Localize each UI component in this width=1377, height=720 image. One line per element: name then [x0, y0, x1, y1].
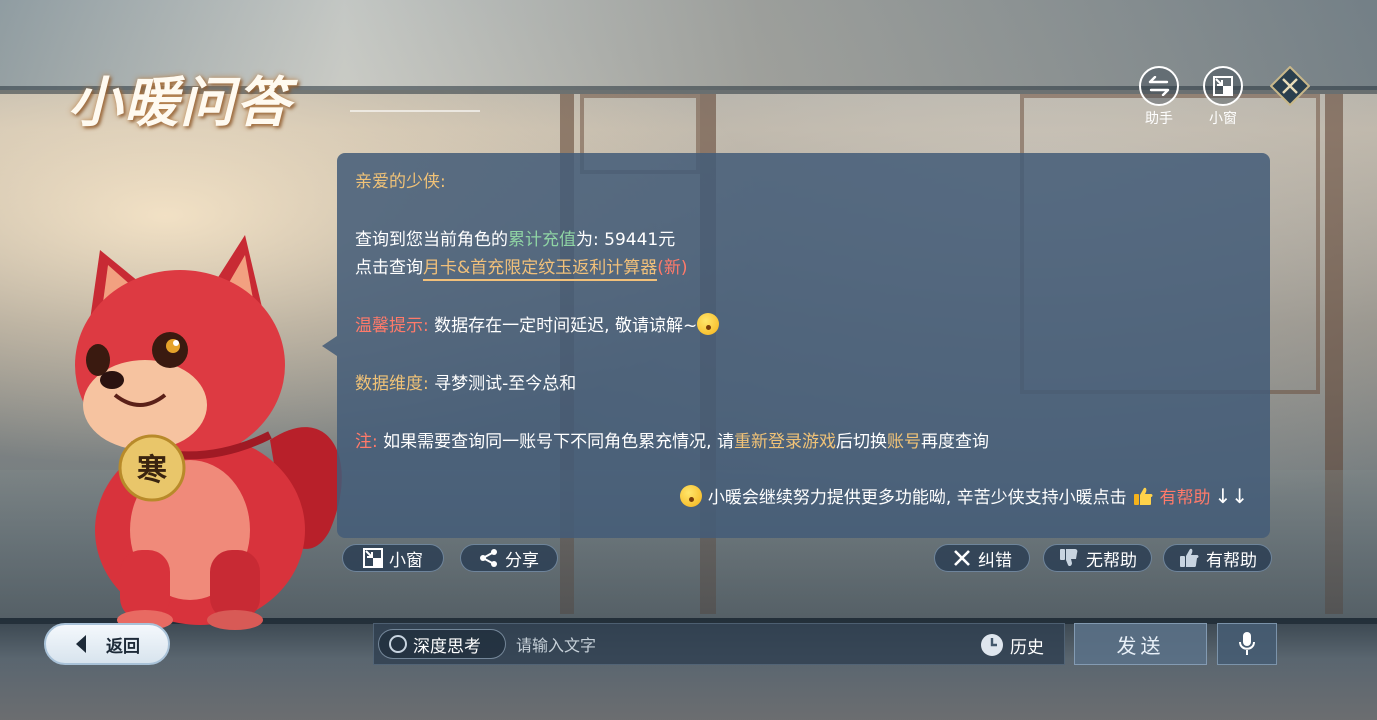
- chat-input-bar: 深度思考 历史: [373, 623, 1065, 665]
- chat-input[interactable]: [516, 630, 956, 660]
- footer-line: 小暖会继续努力提供更多功能呦, 辛苦少侠支持小暖点击 有帮助 ↓↓: [680, 483, 1248, 508]
- mini-window-label: 小窗: [1209, 111, 1237, 127]
- recharge-prefix: 查询到您当前角色的: [355, 230, 508, 250]
- helpful-label: 有帮助: [1206, 550, 1257, 571]
- greeting-text: 亲爱的少侠:: [355, 172, 446, 192]
- account-highlight: 账号: [886, 432, 921, 452]
- down-arrows: ↓↓: [1214, 484, 1248, 508]
- answer-dialog: 亲爱的少侠: 查询到您当前角色的累计充值为: 59441元 点击查询月卡&首充限…: [337, 153, 1270, 538]
- share-button[interactable]: 分享: [460, 544, 558, 572]
- recharge-highlight: 累计充值: [508, 230, 576, 250]
- thumbs-up-emoji-icon: [1134, 487, 1153, 505]
- note-text: 再度查询: [920, 432, 989, 452]
- assistant-button[interactable]: 助手: [1137, 66, 1181, 128]
- deep-think-label: 深度思考: [413, 636, 481, 657]
- recharge-line: 查询到您当前角色的累计充值为: 59441元: [355, 225, 675, 250]
- title-decoration: [350, 110, 480, 112]
- share-button-label: 分享: [505, 550, 539, 571]
- mini-window-button[interactable]: 小窗: [342, 544, 444, 572]
- mascot-tag-text: 寒: [137, 453, 167, 488]
- not-helpful-button[interactable]: 无帮助: [1043, 544, 1152, 572]
- close-icon: [1269, 65, 1311, 107]
- thumbs-up-icon: [1180, 548, 1199, 567]
- minimize-window-icon: [1203, 66, 1243, 106]
- back-label: 返回: [106, 636, 140, 657]
- relogin-highlight: 重新登录游戏: [733, 432, 836, 452]
- clock-icon: [981, 634, 1003, 656]
- calculator-link-text: 月卡&首充限定纹玉返利计算器: [423, 258, 658, 278]
- dialog-tail: [322, 336, 337, 356]
- close-button[interactable]: [1269, 65, 1311, 107]
- back-arrow-icon: [76, 635, 86, 653]
- note-text: 后切换: [835, 432, 887, 452]
- minimize-window-icon: [363, 548, 383, 568]
- share-icon: [480, 549, 497, 567]
- dimension-label: 数据维度:: [355, 374, 429, 394]
- mascot-dog: 寒: [75, 235, 342, 630]
- history-button[interactable]: 历史: [980, 630, 1044, 660]
- not-helpful-label: 无帮助: [1086, 550, 1137, 571]
- radio-icon: [389, 635, 407, 653]
- calculator-prefix: 点击查询: [355, 258, 423, 278]
- close-icon: [954, 550, 970, 566]
- note-text: 如果需要查询同一账号下不同角色累充情况, 请: [377, 432, 734, 452]
- send-label: 发送: [1116, 633, 1165, 658]
- correct-button-label: 纠错: [978, 550, 1012, 571]
- correct-button[interactable]: 纠错: [934, 544, 1030, 572]
- footer-helpful-text: 有帮助: [1159, 488, 1211, 508]
- back-button[interactable]: 返回: [44, 623, 170, 665]
- microphone-button[interactable]: [1217, 623, 1277, 665]
- surprised-emoji-icon: [680, 485, 703, 507]
- helpful-button[interactable]: 有帮助: [1163, 544, 1272, 572]
- note-label: 注:: [355, 432, 378, 452]
- history-label: 历史: [1010, 637, 1044, 658]
- tip-text: 数据存在一定时间延迟, 敬请谅解~: [428, 316, 698, 336]
- dimension-line: 数据维度: 寻梦测试-至今总和: [355, 369, 576, 394]
- assistant-label: 助手: [1145, 111, 1173, 127]
- footer-text: 小暖会继续努力提供更多功能呦, 辛苦少侠支持小暖点击: [707, 488, 1127, 508]
- mini-window-button-label: 小窗: [389, 550, 423, 571]
- deep-think-toggle[interactable]: 深度思考: [378, 629, 506, 659]
- send-button[interactable]: 发送: [1074, 623, 1207, 665]
- mascot-tag: 寒: [118, 434, 186, 502]
- thumbs-down-icon: [1060, 549, 1078, 567]
- surprised-emoji-icon: [697, 313, 720, 335]
- swap-icon: [1139, 66, 1179, 106]
- recharge-value: 为: 59441元: [576, 230, 676, 250]
- note-line: 注: 如果需要查询同一账号下不同角色累充情况, 请重新登录游戏后切换账号再度查询: [355, 427, 989, 452]
- microphone-icon: [1239, 632, 1255, 655]
- calculator-link[interactable]: 月卡&首充限定纹玉返利计算器: [423, 258, 658, 281]
- mini-window-top-button[interactable]: 小窗: [1201, 66, 1245, 128]
- new-badge: (新): [657, 258, 688, 278]
- page-title: 小暖问答: [68, 70, 292, 134]
- dimension-text: 寻梦测试-至今总和: [428, 374, 577, 394]
- tip-line: 温馨提示: 数据存在一定时间延迟, 敬请谅解~: [355, 311, 720, 336]
- tip-label: 温馨提示:: [355, 316, 429, 336]
- calculator-line: 点击查询月卡&首充限定纹玉返利计算器(新): [355, 253, 688, 281]
